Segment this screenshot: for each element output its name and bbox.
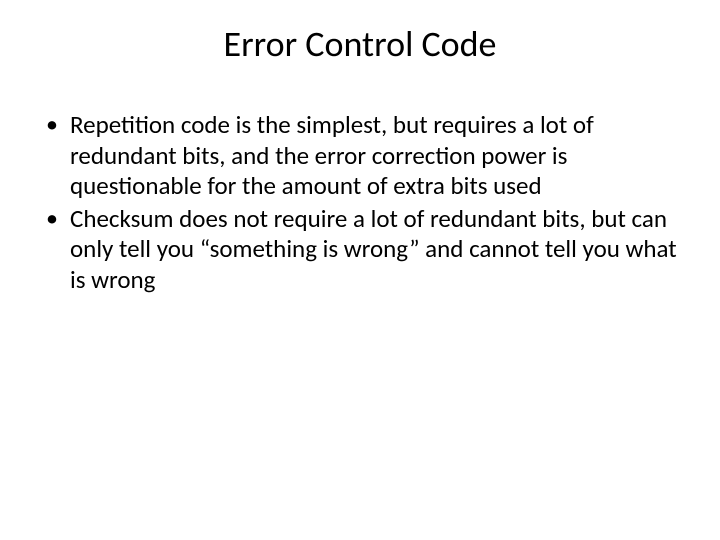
bullet-list: Repetition code is the simplest, but req… bbox=[40, 110, 690, 295]
bullet-item: Repetition code is the simplest, but req… bbox=[40, 110, 690, 202]
slide-container: Error Control Code Repetition code is th… bbox=[0, 0, 720, 540]
slide-content: Repetition code is the simplest, but req… bbox=[30, 110, 690, 295]
slide-title: Error Control Code bbox=[30, 22, 690, 66]
bullet-item: Checksum does not require a lot of redun… bbox=[40, 204, 690, 296]
